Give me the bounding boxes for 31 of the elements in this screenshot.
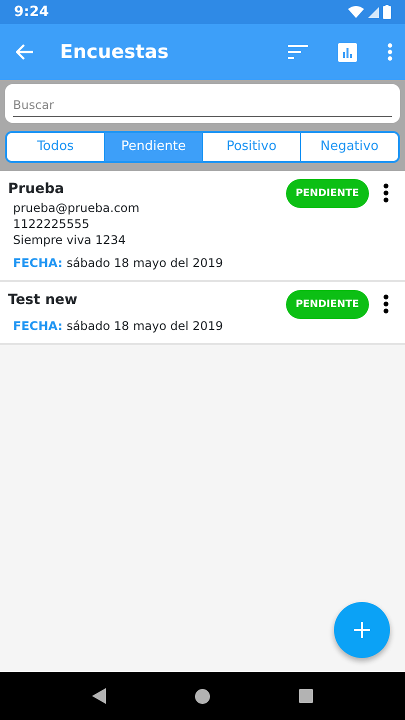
survey-card[interactable]: Prueba prueba@prueba.com 1122225555 Siempre viva 1234 FECHA: sábado 18 mayo del 2019 PENDIENTE (0, 171, 405, 282)
survey-date: sábado 18 mayo del 2019 (66, 255, 223, 272)
bar-chart-icon[interactable] (338, 42, 357, 62)
status-badge: PENDIENTE (286, 290, 369, 319)
search-field[interactable]: Buscar (5, 84, 400, 123)
plus-icon (354, 622, 370, 638)
survey-card[interactable]: Test new FECHA: sábado 18 mayo del 2019 PENDIENTE (0, 282, 405, 345)
filter-tab[interactable]: Pendiente (104, 133, 202, 161)
date-label: FECHA: (13, 318, 63, 335)
back-icon[interactable] (16, 44, 34, 60)
survey-date: sábado 18 mayo del 2019 (66, 318, 223, 335)
add-button[interactable] (334, 602, 390, 658)
back-nav-icon[interactable] (92, 688, 106, 704)
date-label: FECHA: (13, 255, 63, 272)
more-icon[interactable] (383, 294, 389, 314)
battery-icon (383, 5, 391, 19)
more-icon[interactable] (383, 183, 389, 203)
survey-detail: 1122225555 (13, 216, 90, 232)
wifi-icon (348, 6, 364, 18)
home-icon[interactable] (194, 688, 210, 704)
screen-title: Encuestas (60, 40, 170, 65)
recents-icon[interactable] (298, 689, 313, 703)
filter-tab[interactable]: Negativo (300, 133, 398, 161)
survey-name: Prueba (8, 180, 66, 199)
status-badge: PENDIENTE (286, 179, 369, 208)
survey-detail: prueba@prueba.com (13, 200, 140, 216)
survey-detail: Siempre viva 1234 (13, 232, 127, 248)
status-time: 9:24 (14, 2, 49, 22)
sort-icon[interactable] (288, 45, 308, 59)
survey-name: Test new (8, 291, 78, 310)
signal-icon (368, 6, 379, 18)
